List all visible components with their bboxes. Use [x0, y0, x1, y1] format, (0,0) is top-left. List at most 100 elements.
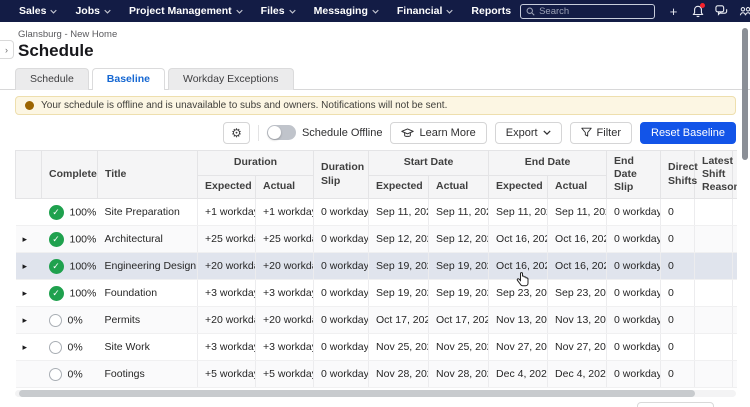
start-date-actual: Oct 17, 2024: [428, 306, 490, 334]
nav-item-sales[interactable]: Sales: [10, 0, 66, 22]
incomplete-circle-icon: [48, 313, 62, 327]
percent-complete: 100%: [69, 233, 97, 245]
gear-icon: ⚙: [231, 125, 242, 140]
add-icon[interactable]: +: [665, 3, 682, 19]
expand-toggle[interactable]: ▸: [15, 279, 42, 307]
complete-cell[interactable]: 0%: [41, 360, 98, 388]
filter-button[interactable]: Filter: [569, 121, 632, 144]
start-date-expected: Sep 19, 2024: [368, 279, 430, 307]
expand-arrow-icon: ▸: [22, 315, 28, 325]
nav-item-messaging[interactable]: Messaging: [305, 0, 388, 22]
global-search[interactable]: [520, 3, 656, 19]
learn-more-button[interactable]: Learn More: [390, 121, 487, 144]
duration-actual: +1 workday: [255, 198, 315, 226]
table-row[interactable]: ▸0%Site Work+3 workdays+3 workdays0 work…: [15, 333, 737, 361]
header-direct-shifts[interactable]: Direct Shifts: [660, 150, 698, 199]
header-duration-expected[interactable]: Expected: [197, 175, 256, 199]
duration-actual: +5 workdays: [255, 360, 315, 388]
chevron-down-icon: [288, 9, 296, 14]
expand-toggle[interactable]: ▸: [15, 333, 42, 361]
export-button[interactable]: Export: [494, 121, 562, 144]
nav-item-project-management[interactable]: Project Management: [120, 0, 252, 22]
table-row[interactable]: ▸✓100%Engineering Design+20 workdays+20 …: [15, 252, 737, 280]
complete-cell[interactable]: ✓ 100%: [41, 225, 98, 253]
complete-cell[interactable]: 0%: [41, 306, 98, 334]
task-title[interactable]: Site Work: [97, 333, 198, 361]
header-end-date-slip[interactable]: End Date Slip: [606, 150, 662, 199]
table-row[interactable]: 0%Footings+5 workdays+5 workdays0 workda…: [15, 360, 737, 388]
horizontal-scrollbar[interactable]: [15, 390, 736, 397]
expand-toggle[interactable]: ▸: [15, 225, 42, 253]
messages-chat-icon[interactable]: [713, 3, 730, 19]
header-start-actual[interactable]: Actual: [428, 175, 490, 199]
end-date-expected: Dec 4, 2024: [488, 360, 549, 388]
complete-cell[interactable]: ✓ 100%: [41, 252, 98, 280]
nav-item-reports[interactable]: Reports: [462, 0, 520, 22]
complete-cell[interactable]: 0%: [41, 333, 98, 361]
duration-expected: +20 workdays: [197, 252, 256, 280]
schedule-offline-toggle[interactable]: Schedule Offline: [266, 125, 382, 140]
header-start-expected[interactable]: Expected: [368, 175, 430, 199]
percent-complete: 100%: [69, 206, 97, 218]
table-row[interactable]: ▸✓100%Foundation+3 workdays+3 workdays0 …: [15, 279, 737, 307]
header-duration-slip[interactable]: Duration Slip: [313, 150, 370, 199]
notifications-bell-icon[interactable]: [689, 3, 706, 19]
tab-baseline[interactable]: Baseline: [91, 68, 165, 91]
task-title[interactable]: Footings: [97, 360, 198, 388]
settings-button[interactable]: ⚙: [222, 121, 250, 144]
nav-item-jobs[interactable]: Jobs: [66, 0, 120, 22]
horizontal-scrollbar-thumb[interactable]: [19, 390, 695, 397]
search-icon: [526, 7, 535, 16]
toggle-switch[interactable]: [266, 125, 296, 140]
expand-toggle[interactable]: ▸: [15, 252, 42, 280]
latest-notes: [732, 360, 737, 388]
offline-warning-banner: Your schedule is offline and is unavaila…: [15, 96, 736, 115]
table-row[interactable]: ▸0%Permits+20 workdays+20 workdays0 work…: [15, 306, 737, 334]
filter-funnel-icon: [580, 127, 592, 137]
header-duration-actual[interactable]: Actual: [254, 175, 315, 199]
task-title[interactable]: Architectural: [97, 225, 198, 253]
nav-item-files[interactable]: Files: [252, 0, 305, 22]
nav-item-financial[interactable]: Financial: [388, 0, 463, 22]
tab-schedule[interactable]: Schedule: [15, 68, 89, 90]
search-input[interactable]: [539, 5, 650, 17]
duration-expected: +25 workdays: [197, 225, 256, 253]
end-date-actual: Sep 23, 2024: [547, 279, 608, 307]
vertical-scrollbar-thumb[interactable]: [742, 28, 748, 160]
end-date-actual: Oct 16, 2024: [547, 225, 608, 253]
complete-cell[interactable]: ✓ 100%: [41, 198, 98, 226]
table-row[interactable]: ▸✓100%Architectural+25 workdays+25 workd…: [15, 225, 737, 253]
expand-arrow-icon: ▸: [22, 234, 28, 244]
community-icon[interactable]: [737, 3, 750, 19]
incomplete-circle-icon: [48, 367, 62, 381]
header-end-actual[interactable]: Actual: [547, 175, 608, 199]
header-title[interactable]: Title: [97, 150, 198, 199]
complete-cell[interactable]: ✓ 100%: [41, 279, 98, 307]
duration-actual: +25 workdays: [255, 225, 315, 253]
start-date-actual: Sep 11, 2024: [428, 198, 490, 226]
chevron-down-icon: [446, 9, 454, 14]
task-title[interactable]: Site Preparation: [97, 198, 198, 226]
start-date-expected: Nov 25, 2024: [368, 333, 430, 361]
header-expand-col: [15, 150, 42, 199]
tab-workday-exceptions[interactable]: Workday Exceptions: [168, 68, 294, 90]
sidebar-expand-button[interactable]: ›: [0, 40, 14, 59]
page-size-select[interactable]: 50 / page: [637, 402, 714, 407]
breadcrumb[interactable]: Glansburg - New Home: [18, 29, 750, 40]
task-title[interactable]: Permits: [97, 306, 198, 334]
expand-toggle[interactable]: ▸: [15, 306, 42, 334]
percent-complete: 0%: [67, 314, 83, 326]
task-title[interactable]: Foundation: [97, 279, 198, 307]
header-end-expected[interactable]: Expected: [488, 175, 549, 199]
latest-shift-reason: [694, 360, 734, 388]
start-date-expected: Oct 17, 2024: [368, 306, 430, 334]
end-date-actual: Nov 13, 2024: [547, 306, 608, 334]
header-complete[interactable]: Complete: [41, 150, 98, 199]
duration-expected: +20 workdays: [197, 306, 256, 334]
vertical-scrollbar[interactable]: [742, 24, 749, 404]
table-row[interactable]: ✓ 100% Site Preparation +1 workday +1 workda…: [15, 198, 737, 226]
header-latest-shift-reason[interactable]: Latest Shift Reason: [694, 150, 737, 199]
task-title[interactable]: Engineering Design: [97, 252, 198, 280]
reset-baseline-button[interactable]: Reset Baseline: [640, 121, 736, 144]
header-start-date-group: Start Date: [368, 150, 490, 176]
